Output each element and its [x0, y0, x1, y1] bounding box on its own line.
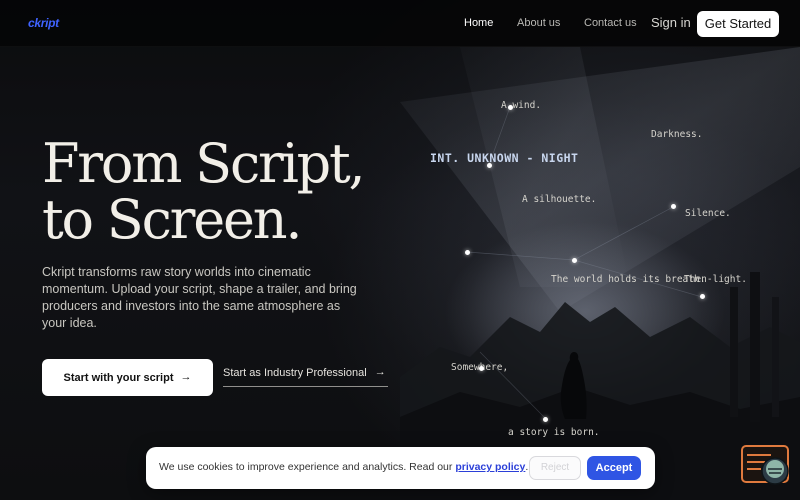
hero-title: From Script, to Screen. — [42, 132, 366, 251]
nav-link-contact[interactable]: Contact us — [584, 17, 637, 29]
scene-word-world: The world holds its breath. — [551, 274, 706, 285]
connection-line — [466, 251, 575, 261]
start-with-script-label: Start with your script — [63, 371, 174, 384]
cookie-banner: We use cookies to improve experience and… — [146, 447, 655, 489]
star-dot — [508, 105, 513, 110]
scene-word-story: a story is born. — [508, 427, 600, 438]
light-beam — [400, 47, 800, 312]
nav-link-about[interactable]: About us — [517, 17, 560, 29]
star-dot — [465, 250, 470, 255]
cookie-text: We use cookies to improve experience and… — [159, 461, 528, 473]
nav-link-home[interactable]: Home — [464, 17, 493, 29]
cookie-period: . — [525, 461, 529, 473]
industry-professional-link[interactable]: Start as Industry Professional → — [223, 367, 388, 387]
chat-widget-icon[interactable] — [741, 445, 791, 487]
ruin-pillar — [750, 272, 760, 422]
get-started-button[interactable]: Get Started — [697, 11, 779, 37]
star-dot — [543, 417, 548, 422]
cookie-accept-button[interactable]: Accept — [587, 456, 641, 480]
light-beam — [460, 47, 630, 287]
ruin-pillar — [730, 287, 738, 417]
scene-word-silhouette: A silhouette. — [522, 194, 597, 205]
cookie-message: We use cookies to improve experience and… — [159, 461, 453, 473]
industry-professional-label: Start as Industry Professional — [223, 367, 367, 379]
chat-widget-graphic — [741, 445, 789, 485]
star-dot — [572, 258, 577, 263]
top-nav: ckript Home About us Contact us Sign in … — [0, 0, 800, 47]
star-dot — [487, 163, 492, 168]
scene-glow — [445, 222, 725, 402]
start-with-script-button[interactable]: Start with your script → — [42, 359, 213, 396]
scene-word-wind: A wind. — [501, 100, 542, 111]
star-dot — [700, 294, 705, 299]
scene-word-silence: Silence. — [685, 208, 731, 219]
scene-word-light: Then-light. — [684, 274, 747, 285]
sign-in-link[interactable]: Sign in — [651, 15, 691, 30]
star-dot — [671, 204, 676, 209]
cloaked-figure — [560, 352, 587, 419]
scene-word-darkness: Darkness. — [651, 129, 703, 140]
hero-description: Ckript transforms raw story worlds into … — [42, 265, 357, 330]
privacy-policy-link[interactable]: privacy policy — [455, 461, 525, 473]
connection-line — [573, 206, 674, 261]
page: A wind. Darkness. INT. UNKNOWN - NIGHT A… — [0, 0, 800, 500]
arrow-right-icon: → — [180, 371, 192, 383]
arrow-right-icon: → — [374, 366, 386, 378]
cookie-reject-button[interactable]: Reject — [529, 456, 581, 480]
scene-heading: INT. UNKNOWN - NIGHT — [430, 151, 579, 165]
hero-title-line-2: to Screen. — [42, 188, 302, 251]
hero-title-line-1: From Script, — [42, 132, 366, 195]
brand-logo[interactable]: ckript — [28, 16, 59, 30]
star-dot — [479, 366, 484, 371]
ruin-pillar — [772, 297, 779, 417]
